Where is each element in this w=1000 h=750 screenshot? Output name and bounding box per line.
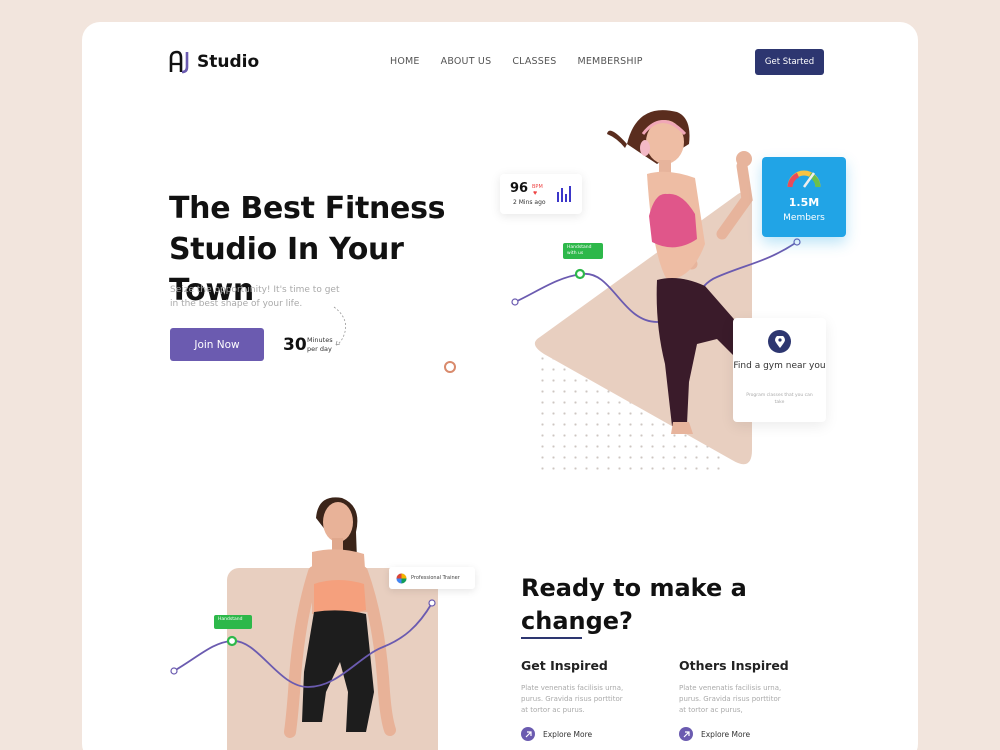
members-label: Members — [783, 213, 825, 223]
column-body: Plate venenatis facilisis urna, purus. G… — [521, 684, 624, 714]
arrow-up-right-icon — [521, 727, 535, 741]
column-heading: Others Inspired — [679, 658, 789, 673]
bpm-time: 2 Mins ago — [513, 199, 546, 206]
find-gym-title: Find a gym near you — [733, 361, 826, 371]
hero-subtitle: Seize the opportunity! It's time to get … — [170, 285, 340, 309]
nav-membership[interactable]: MEMBERSHIP — [577, 56, 642, 67]
minutes-value: 30 — [283, 335, 307, 355]
get-started-button[interactable]: Get Started — [755, 49, 824, 75]
nav-home[interactable]: HOME — [390, 56, 420, 67]
location-pin-icon — [768, 330, 791, 353]
trainer-avatar-icon — [396, 572, 407, 584]
nav-classes[interactable]: CLASSES — [512, 56, 556, 67]
members-card: 1.5M Members — [762, 157, 846, 237]
explore-more-link[interactable]: Explore More — [521, 727, 631, 741]
page-card: Studio HOME ABOUT US CLASSES MEMBERSHIP … — [82, 22, 918, 750]
heart-icon: ♥ — [533, 190, 538, 197]
gauge-icon — [787, 170, 821, 188]
column-others-inspired: Others Inspired Plate venenatis facilisi… — [679, 658, 789, 741]
main-nav: HOME ABOUT US CLASSES MEMBERSHIP — [390, 56, 643, 67]
column-get-inspired: Get Inspired Plate venenatis facilisis u… — [521, 658, 631, 741]
logo-mark-icon — [169, 50, 191, 74]
section2-title: Ready to make a change? — [521, 574, 747, 635]
section2-title-underline — [521, 637, 582, 639]
arrow-up-right-icon — [679, 727, 693, 741]
section2-green-tag: Handstand — [214, 615, 252, 629]
bpm-value: 96 — [510, 181, 529, 196]
decorative-ring — [444, 361, 456, 373]
trainer-tag: Professional Trainer — [389, 567, 475, 589]
column-body: Plate venenatis facilisis urna, purus. G… — [679, 684, 782, 714]
logo-text: Studio — [197, 52, 260, 72]
heart-rate-card: 96 BPM ♥ 2 Mins ago — [500, 174, 582, 214]
logo[interactable]: Studio — [169, 50, 259, 74]
trainer-tag-text: Professional Trainer — [411, 575, 460, 581]
members-value: 1.5M — [788, 196, 820, 209]
section2-progress-line — [170, 599, 436, 688]
curved-arrow-icon — [333, 306, 347, 346]
explore-more-label: Explore More — [543, 729, 593, 739]
bar-chart-icon — [557, 186, 571, 202]
find-gym-card[interactable]: Find a gym near you Program classes that… — [733, 318, 826, 422]
explore-more-label: Explore More — [701, 729, 751, 739]
nav-about-us[interactable]: ABOUT US — [441, 56, 492, 67]
find-gym-note: Program classes that you can take — [746, 393, 813, 405]
join-now-button[interactable]: Join Now — [170, 328, 264, 361]
hero-green-tag: Handstand with us — [563, 243, 603, 259]
explore-more-link[interactable]: Explore More — [679, 727, 789, 741]
column-heading: Get Inspired — [521, 658, 608, 673]
